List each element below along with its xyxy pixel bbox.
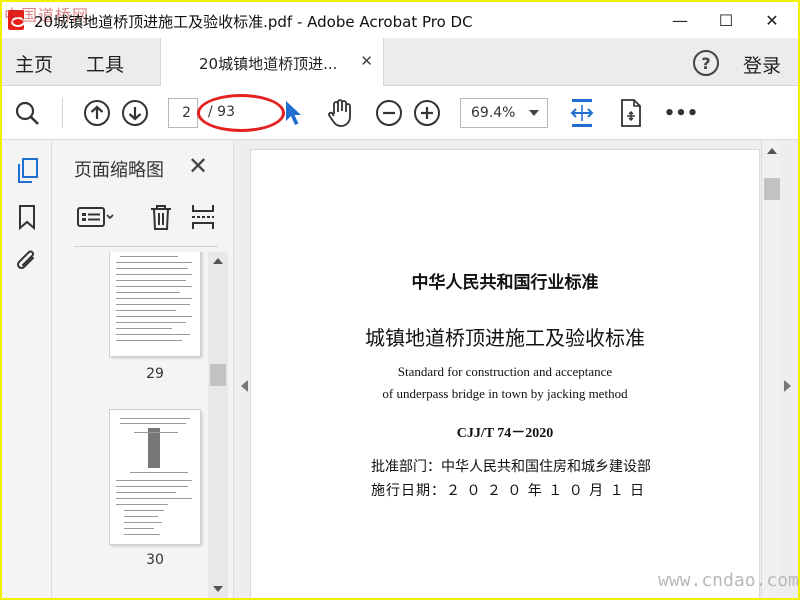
thumbnail-options-icon[interactable] xyxy=(74,202,118,232)
delete-page-icon[interactable] xyxy=(146,202,176,232)
search-icon[interactable] xyxy=(12,98,42,128)
close-tab-icon[interactable]: ✕ xyxy=(360,52,373,70)
red-annotation-circle xyxy=(197,94,285,132)
rotate-page-icon[interactable] xyxy=(616,98,646,128)
more-tools-icon[interactable]: ••• xyxy=(664,98,699,128)
thumbnail-page-number: 30 xyxy=(146,552,164,568)
chevron-down-icon xyxy=(529,110,539,116)
menu-bar: 主页 工具 20城镇地道桥顶进... ✕ ? 登录 xyxy=(2,38,798,86)
thumbnail-page-number: 29 xyxy=(146,366,164,382)
title-bar: 中国道桥网 20城镇地道桥顶进施工及验收标准.pdf - Adobe Acrob… xyxy=(2,2,798,38)
issuing-organization: 中华人民共和国行业标准 xyxy=(411,273,599,293)
document-title-cn: 城镇地道桥顶进施工及验收标准 xyxy=(365,326,645,350)
maximize-button[interactable]: ☐ xyxy=(703,2,749,38)
window-title: 20城镇地道桥顶进施工及验收标准.pdf - Adobe Acrobat Pro… xyxy=(34,13,473,31)
document-tab-label: 20城镇地道桥顶进... xyxy=(199,55,338,73)
main-toolbar: 2 / 93 69.4% ••• xyxy=(2,86,798,140)
page-thumbnail-30[interactable] xyxy=(110,410,200,544)
zoom-out-icon[interactable] xyxy=(374,98,404,128)
page-thumbnails-icon[interactable] xyxy=(12,156,42,186)
document-title-en-line2: of underpass bridge in town by jacking m… xyxy=(382,386,628,401)
scroll-thumb[interactable] xyxy=(764,178,780,200)
minimize-button[interactable]: — xyxy=(657,2,703,38)
scroll-thumb[interactable] xyxy=(210,364,226,386)
zoom-in-icon[interactable] xyxy=(412,98,442,128)
collapse-left-icon[interactable] xyxy=(241,380,248,392)
left-rail xyxy=(2,140,52,598)
approval-department: 批准部门：中华人民共和国住房和城乡建设部 xyxy=(371,459,651,475)
zoom-level-value: 69.4% xyxy=(471,105,516,121)
bookmark-icon[interactable] xyxy=(12,202,42,232)
select-cursor-icon[interactable] xyxy=(278,98,308,128)
acrobat-window: 中国道桥网 20城镇地道桥顶进施工及验收标准.pdf - Adobe Acrob… xyxy=(2,2,798,598)
close-window-button[interactable]: ✕ xyxy=(749,2,795,38)
attachment-icon[interactable] xyxy=(12,246,42,276)
scroll-up-icon[interactable] xyxy=(767,148,777,154)
next-page-icon[interactable] xyxy=(120,98,150,128)
pdf-page: 中华人民共和国行业标准 城镇地道桥顶进施工及验收标准 Standard for … xyxy=(251,150,759,598)
help-icon[interactable]: ? xyxy=(693,50,719,76)
page-thumbnail-29[interactable] xyxy=(110,252,200,356)
scroll-up-icon[interactable] xyxy=(213,258,223,264)
document-title-en-line1: Standard for construction and acceptance xyxy=(397,364,613,379)
thumbnail-list: 29 30 xyxy=(52,252,210,598)
previous-page-icon[interactable] xyxy=(82,98,112,128)
hand-tool-icon[interactable] xyxy=(325,98,355,128)
fit-page-icon[interactable] xyxy=(567,98,597,128)
sign-in-link[interactable]: 登录 xyxy=(743,51,781,78)
standard-code: CJJ/T 74－2020 xyxy=(456,426,554,441)
zoom-level-select[interactable]: 69.4% xyxy=(460,98,548,128)
document-tab[interactable]: 20城镇地道桥顶进... ✕ xyxy=(160,38,384,86)
thumbnail-panel: 页面缩略图 ✕ 29 30 xyxy=(52,140,234,598)
home-tab[interactable]: 主页 xyxy=(15,50,53,77)
thumbnail-scrollbar[interactable] xyxy=(208,252,228,598)
insert-page-icon[interactable] xyxy=(188,202,218,232)
toolbar-divider xyxy=(62,98,63,128)
effective-date: 施行日期：２ ０ ２ ０ 年 １ ０ 月 １ 日 xyxy=(371,483,646,499)
close-panel-icon[interactable]: ✕ xyxy=(188,152,208,180)
panel-title: 页面缩略图 xyxy=(74,160,164,181)
document-viewer: 中华人民共和国行业标准 城镇地道桥顶进施工及验收标准 Standard for … xyxy=(234,140,798,598)
panel-divider xyxy=(74,246,218,247)
page-number-input[interactable]: 2 xyxy=(168,98,198,128)
scroll-down-icon[interactable] xyxy=(213,586,223,592)
tools-tab[interactable]: 工具 xyxy=(86,50,124,77)
site-watermark-bottom: www.cndao.com xyxy=(658,570,798,591)
collapse-right-icon[interactable] xyxy=(784,380,791,392)
document-scrollbar[interactable] xyxy=(761,140,781,598)
